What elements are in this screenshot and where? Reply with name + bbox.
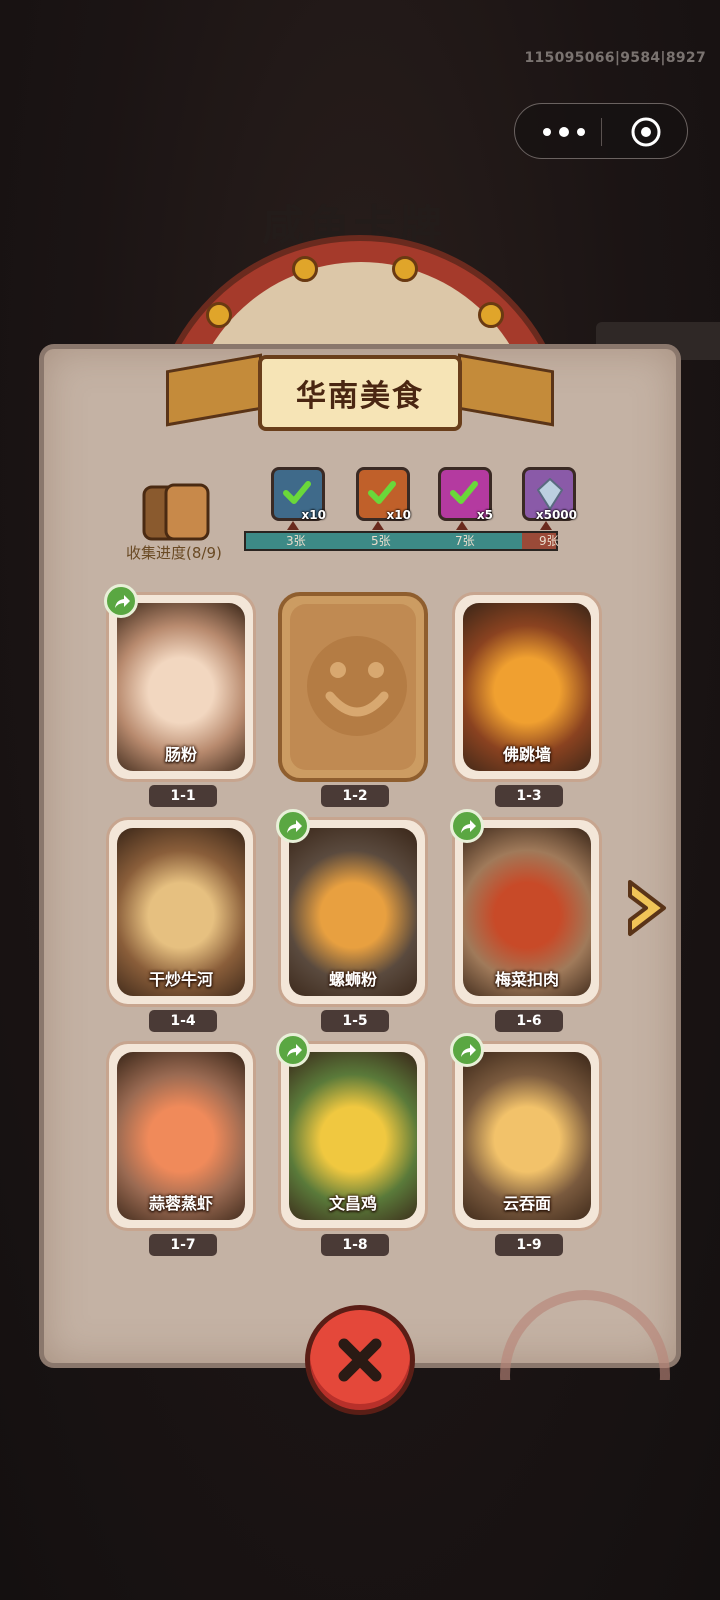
food-card-name: 干炒牛河 [148, 970, 213, 989]
food-card-name: 肠粉 [164, 745, 197, 764]
food-card-name: 梅菜扣肉 [494, 970, 559, 989]
card-number-label: 1-8 [321, 1234, 389, 1256]
card-number-label: 1-2 [321, 785, 389, 807]
reward-quantity: x10 [301, 508, 326, 522]
disc-stud [478, 302, 504, 328]
disc-stud [292, 256, 318, 282]
food-card[interactable]: 肠粉 [106, 592, 256, 782]
next-page-arrow-icon[interactable] [624, 878, 668, 938]
reward-quantity: x5000 [535, 508, 577, 522]
food-card[interactable]: 蒜蓉蒸虾 [106, 1041, 256, 1231]
session-id: 115095066|9584|8927 [524, 50, 706, 66]
treasure-chest-icon[interactable]: x10 [271, 467, 326, 522]
disc-stud [206, 302, 232, 328]
disc-stud [392, 256, 418, 282]
card-number-label: 1-3 [495, 785, 563, 807]
food-card-name: 蒜蓉蒸虾 [148, 1194, 213, 1213]
food-card-name: 云吞面 [502, 1194, 551, 1213]
gem-shape [537, 478, 563, 510]
milestone-label: 3张 [286, 534, 306, 548]
card-stack-icon [142, 483, 210, 541]
locked-card-art [290, 604, 416, 770]
check-icon [368, 481, 396, 504]
locked-card[interactable] [278, 592, 428, 782]
purple-orb-icon[interactable]: x5 [438, 467, 493, 522]
food-card[interactable]: 螺蛳粉 [278, 817, 428, 1007]
share-icon[interactable] [450, 1033, 484, 1067]
milestone-label: 7张 [455, 534, 475, 548]
panel-title-ribbon: 华南美食 [258, 355, 462, 431]
food-card-name: 文昌鸡 [328, 1194, 377, 1213]
locked-face-icon [307, 636, 407, 736]
collection-progress-label: 收集进度(8/9) [126, 544, 222, 562]
tool-kit-icon[interactable]: x10 [356, 467, 411, 522]
share-icon[interactable] [450, 809, 484, 843]
close-button[interactable] [305, 1305, 415, 1415]
card-number-label: 1-9 [495, 1234, 563, 1256]
capsule-divider [601, 118, 602, 146]
card-number-label: 1-1 [149, 785, 217, 807]
check-icon [283, 481, 311, 504]
reward-quantity: x5 [476, 508, 493, 522]
more-dots-icon[interactable] [539, 117, 589, 147]
panel-title: 华南美食 [296, 379, 424, 414]
card-number-label: 1-5 [321, 1010, 389, 1032]
food-card-name: 佛跳墙 [502, 745, 551, 764]
food-card[interactable]: 文昌鸡 [278, 1041, 428, 1231]
food-card-name: 螺蛳粉 [328, 970, 377, 989]
crystal-gem-icon[interactable]: x5000 [522, 467, 577, 522]
milestone-label: 9张 [539, 534, 559, 548]
milestone-marker [287, 521, 299, 530]
check-icon [450, 481, 478, 504]
food-card[interactable]: 云吞面 [452, 1041, 602, 1231]
food-card[interactable]: 佛跳墙 [452, 592, 602, 782]
reward-quantity: x10 [386, 508, 411, 522]
food-card[interactable]: 梅菜扣肉 [452, 817, 602, 1007]
card-number-label: 1-6 [495, 1010, 563, 1032]
share-icon[interactable] [276, 809, 310, 843]
card-number-label: 1-4 [149, 1010, 217, 1032]
milestone-label: 5张 [371, 534, 391, 548]
mini-program-capsule [514, 103, 688, 159]
share-icon[interactable] [104, 584, 138, 618]
food-card[interactable]: 干炒牛河 [106, 817, 256, 1007]
share-icon[interactable] [276, 1033, 310, 1067]
target-circle-icon[interactable] [630, 116, 662, 148]
card-number-label: 1-7 [149, 1234, 217, 1256]
close-x-icon [338, 1338, 382, 1382]
milestone-marker [540, 521, 552, 530]
wax-seal-watermark [500, 1290, 670, 1380]
milestone-marker [372, 521, 384, 530]
milestone-marker [456, 521, 468, 530]
